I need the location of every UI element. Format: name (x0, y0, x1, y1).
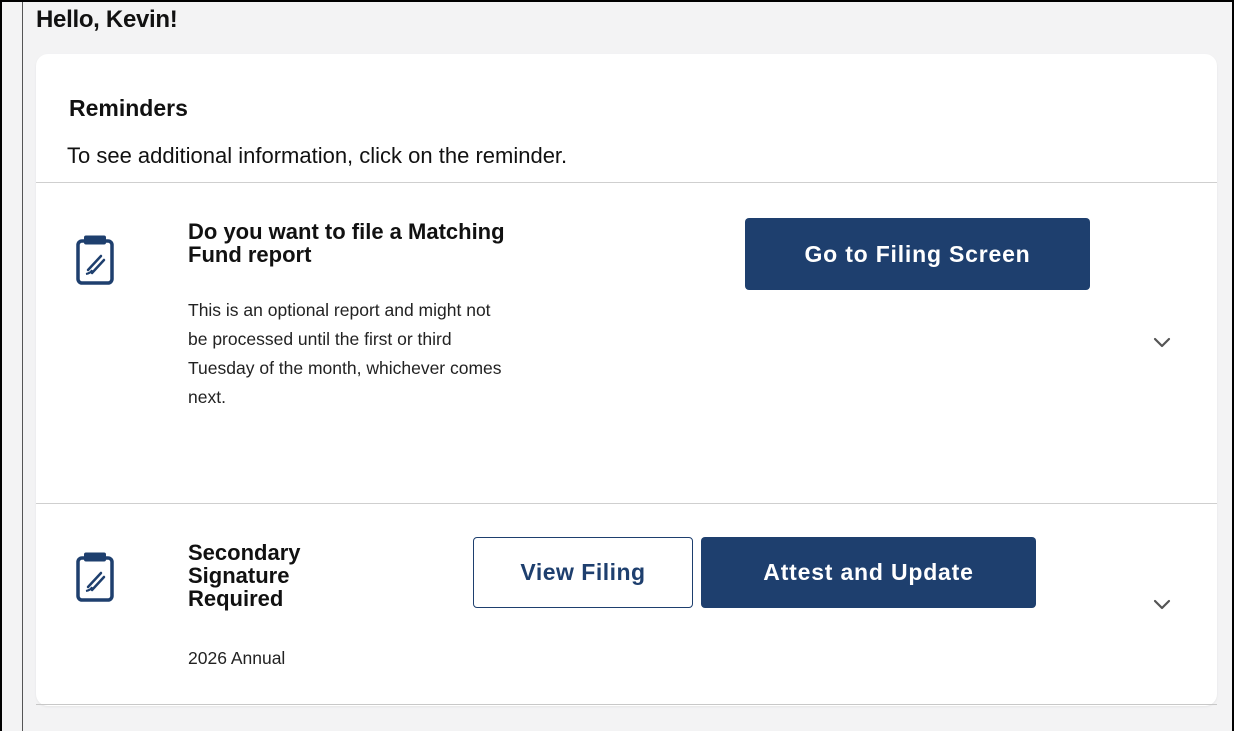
reminders-card: Reminders To see additional information,… (36, 54, 1217, 706)
reminders-title: Reminders (69, 95, 188, 121)
clipboard-pen-icon (76, 552, 114, 602)
chevron-down-icon[interactable] (1152, 598, 1172, 612)
reminder-title: Do you want to file a Matching Fund repo… (188, 219, 505, 267)
reminders-subtitle: To see additional information, click on … (67, 143, 568, 168)
divider (36, 704, 1217, 705)
divider (36, 503, 1217, 504)
attest-and-update-button[interactable]: Attest and Update (701, 537, 1036, 608)
reminder-title: Secondary Signature Required (188, 540, 301, 611)
reminder-description: This is an optional report and might not… (188, 300, 502, 407)
divider (36, 182, 1217, 183)
greeting-heading: Hello, Kevin! (36, 6, 178, 33)
reminder-description: 2026 Annual (188, 648, 286, 668)
clipboard-pen-icon (76, 235, 114, 285)
go-to-filing-screen-button[interactable]: Go to Filing Screen (745, 218, 1090, 290)
view-filing-button[interactable]: View Filing (473, 537, 693, 608)
chevron-down-icon[interactable] (1152, 336, 1172, 350)
left-border-line (22, 0, 23, 731)
